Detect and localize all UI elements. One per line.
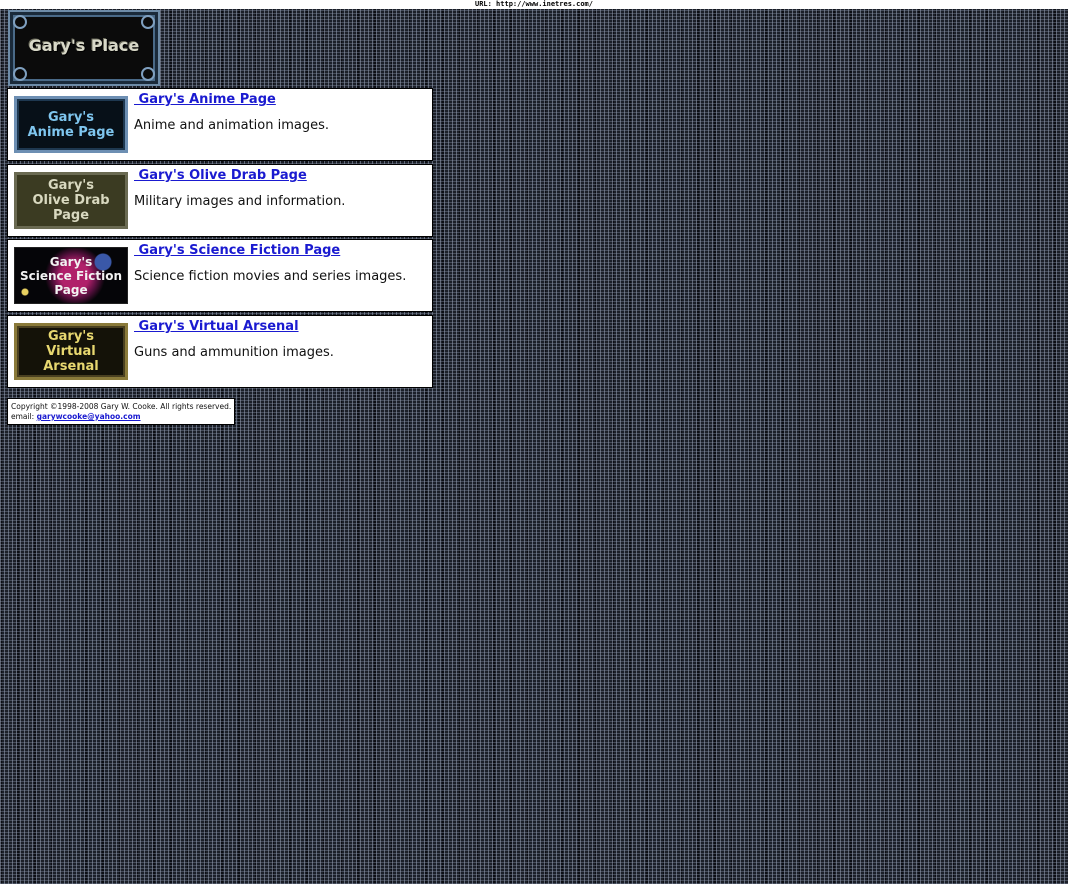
footer: Copyright ©1998-2008 Gary W. Cooke. All …: [7, 398, 235, 425]
science-fiction-page-banner[interactable]: Gary's Science Fiction Page: [14, 247, 128, 304]
url-bar: URL: http://www.inetres.com/: [0, 0, 1068, 9]
olive-drab-page-description: Military images and information.: [134, 194, 346, 209]
anime-page-link[interactable]: Gary's Anime Page: [134, 92, 276, 107]
virtual-arsenal-page-banner[interactable]: Gary's Virtual Arsenal: [14, 323, 128, 380]
list-item-science-fiction: Gary's Science Fiction Page Gary's Scien…: [7, 239, 433, 312]
email-label: email:: [11, 412, 37, 421]
ornament-icon: [13, 67, 27, 81]
copyright-text: Copyright ©1998-2008 Gary W. Cooke. All …: [11, 402, 232, 411]
list-item-anime: Gary's Anime Page Gary's Anime Page Anim…: [7, 88, 433, 161]
science-fiction-page-description: Science fiction movies and series images…: [134, 269, 407, 284]
list-item-virtual-arsenal: Gary's Virtual Arsenal Gary's Virtual Ar…: [7, 315, 433, 388]
virtual-arsenal-page-link[interactable]: Gary's Virtual Arsenal: [134, 319, 299, 334]
email-link[interactable]: garywcooke@yahoo.com: [37, 412, 141, 421]
anime-page-description: Anime and animation images.: [134, 118, 330, 133]
banner-text: Gary's Anime Page: [27, 109, 115, 140]
ornament-icon: [13, 15, 27, 29]
site-logo: Gary's Place: [8, 10, 160, 86]
banner-text: Gary's Science Fiction Page: [19, 254, 123, 297]
science-fiction-page-link[interactable]: Gary's Science Fiction Page: [134, 243, 341, 258]
anime-page-banner[interactable]: Gary's Anime Page: [14, 96, 128, 153]
list-item-olive-drab: Gary's Olive Drab Page Gary's Olive Drab…: [7, 164, 433, 237]
logo-text: Gary's Place: [28, 36, 140, 55]
banner-text: Gary's Virtual Arsenal: [43, 329, 99, 374]
olive-drab-page-banner[interactable]: Gary's Olive Drab Page: [14, 172, 128, 229]
ornament-icon: [141, 67, 155, 81]
olive-drab-page-link[interactable]: Gary's Olive Drab Page: [134, 168, 307, 183]
email-line: email: garywcooke@yahoo.com: [11, 412, 234, 422]
banner-text: Gary's Olive Drab Page: [32, 178, 110, 223]
ornament-icon: [141, 15, 155, 29]
virtual-arsenal-page-description: Guns and ammunition images.: [134, 345, 334, 360]
